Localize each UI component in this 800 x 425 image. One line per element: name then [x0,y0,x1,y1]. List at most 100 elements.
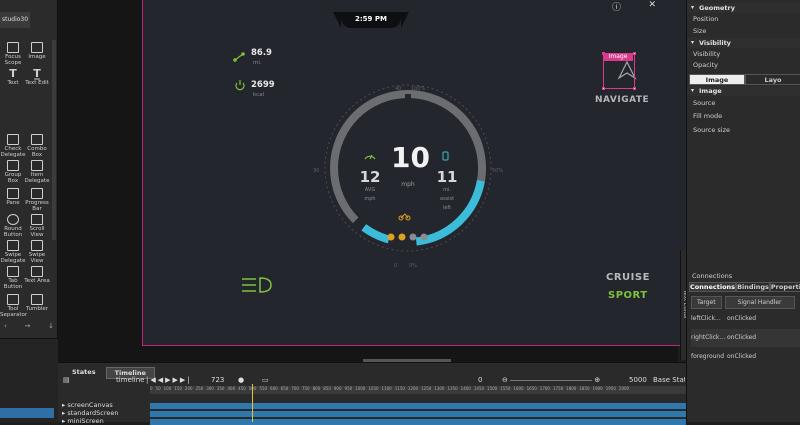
geometry-section[interactable]: Geometry [687,3,800,13]
round-button-icon [7,214,19,225]
ruler-tick-label: 450 [238,386,246,391]
tool-text-edit[interactable]: T̲ Text Edit [24,68,50,86]
text-icon: T [9,67,17,80]
tool-tool-separator[interactable]: Tool Separator [0,294,27,318]
resize-handle[interactable] [602,87,605,90]
tool-swipe-delegate[interactable]: Swipe Delegate [0,240,26,264]
tab-properties[interactable]: Properti [769,282,800,292]
nav-forward-icon[interactable]: → [25,322,31,330]
track-label[interactable]: ▸ standardScreen [62,410,119,417]
nav-back-icon[interactable]: ‹ [4,322,7,330]
sport-label[interactable]: SPORT [608,290,648,301]
item-delegate-icon [31,160,43,171]
info-icon[interactable]: ⓘ [612,0,621,13]
tool-swipe-view[interactable]: Swipe View [24,240,50,264]
connection-row[interactable]: foreground onClicked [691,348,800,366]
scroll-view-icon [31,214,43,225]
ruler-tick-label: 1450 [473,386,485,391]
tool-check-delegate[interactable]: Check Delegate [0,134,26,158]
tool-combo-box[interactable]: Combo Box [24,134,50,158]
record-icon[interactable]: ● [238,375,244,386]
tab-connections[interactable]: Connections [689,282,737,292]
timeline-ruler[interactable]: 0501001502002503003504004505005506006507… [150,386,686,394]
go-to-start-icon[interactable]: |◀ [146,376,158,384]
tool-round-button[interactable]: Round Button [0,214,26,238]
tool-separator-icon [7,294,19,305]
track-bar[interactable] [150,403,686,409]
tool-pane[interactable]: Pane [0,188,26,206]
ruler-tick-label: 750 [301,386,310,391]
ruler-tick-label: 600 [270,386,278,391]
track-bar[interactable] [150,411,686,417]
ruler-tick-label: 950 [344,386,353,391]
tab-image[interactable]: Image [689,74,745,85]
resize-handle[interactable] [633,87,636,90]
cruise-label[interactable]: CRUISE [606,272,650,283]
dashboard-screen[interactable]: 86.9 mi. 2699 kcal 40 100% 30 50% 0 0% 1… [142,0,710,346]
connection-row[interactable]: leftClick... onClicked [691,310,800,328]
clock-time: 2:59 PM [355,15,387,23]
end-frame-field[interactable]: 5000 [629,375,647,386]
ruler-tick-label: 1200 [407,386,419,391]
signal-handler-column-header[interactable]: Signal Handler [724,296,795,309]
ruler-tick-label: 1150 [394,386,405,391]
assist-unit: mi. [443,187,451,193]
headlight-icon [242,277,272,293]
ruler-tick-label: 1100 [381,386,392,391]
image-icon [31,42,43,53]
base-state-label[interactable]: Base State [653,375,685,386]
start-frame-field[interactable]: 0 [478,375,482,386]
tool-text-area[interactable]: Text Area [24,266,50,284]
timeline-settings-icon[interactable]: ▤ [63,375,70,386]
tab-bindings[interactable]: Bindings [736,282,770,292]
tab-states[interactable]: States [64,367,104,379]
tool-item-delegate[interactable]: Item Delegate [24,160,50,184]
navigator-selected-row[interactable] [0,408,54,418]
zoom-out-icon[interactable]: ⊖ [502,376,508,384]
track-label[interactable]: ▸ screenCanvas [62,402,113,409]
go-to-end-icon[interactable]: ▶| [180,376,192,384]
property-tabs: Image Layo [689,74,800,85]
current-frame-field[interactable]: 723 [211,375,224,386]
ruler-tick-label: 1850 [579,386,590,391]
connection-row[interactable]: rightClick... onClicked [691,329,800,347]
ruler-tick-label: 50 [155,386,161,391]
swipe-view-icon [31,240,43,251]
track-bar[interactable] [150,419,686,425]
visibility-section[interactable]: Visibility [687,38,800,48]
ruler-tick-label: 900 [333,386,342,391]
tool-label: Image [28,54,46,60]
scale-left: 30 [313,168,320,174]
zoom-in-icon[interactable]: ⊕ [594,376,600,384]
assist-label: assist [439,196,455,202]
zoom-slider[interactable]: ⊖ ⊕ [502,375,612,386]
connection-handler: onClicked [727,334,757,341]
resize-handle[interactable] [633,52,636,55]
progress-bar-icon [31,188,43,199]
connection-target: rightClick... [691,334,726,341]
next-frame-icon[interactable]: ▶ [173,376,180,384]
tool-image[interactable]: Image [24,42,50,60]
tool-focus-scope[interactable]: Focus Scope [0,42,26,66]
target-column-header[interactable]: Target [691,296,722,309]
tool-group-box[interactable]: Group Box [0,160,26,184]
ruler-tick-label: 700 [291,386,299,391]
ruler-tick-label: 1900 [592,386,603,391]
nav-down-icon[interactable]: ↓ [48,322,54,330]
play-icon[interactable]: ▶ [165,376,172,384]
ruler-tick-label: 250 [195,386,204,391]
tool-progress-bar[interactable]: Progress Bar [24,188,50,212]
library-scrollbar[interactable] [52,40,56,240]
image-section[interactable]: Image [687,86,800,96]
tool-text[interactable]: T Text [0,68,26,86]
timeline-playhead[interactable] [252,384,253,422]
source-label: Source [693,99,716,107]
close-icon[interactable]: ✕ [648,0,656,10]
curve-editor-icon[interactable]: ▭ [262,375,269,386]
tool-scroll-view[interactable]: Scroll View [24,214,50,238]
tool-tab-button[interactable]: Tab Button [0,266,26,290]
pane-icon [7,188,19,199]
tool-tumbler[interactable]: Tumbler [24,294,50,312]
tab-layout[interactable]: Layo [745,74,800,85]
project-label[interactable]: studio30 [0,12,30,28]
